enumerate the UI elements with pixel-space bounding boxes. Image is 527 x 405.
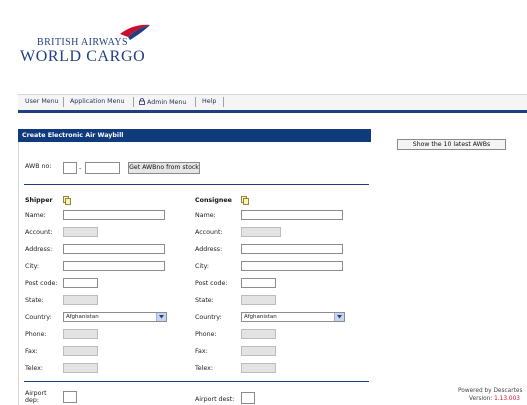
shipper-fax-label: Fax:	[25, 348, 38, 355]
version-value: 1.13.003	[494, 396, 520, 402]
shipper-telex-field	[63, 363, 98, 373]
logo-text-line1: BRITISH AIRWAYS	[37, 37, 128, 48]
consignee-city-input[interactable]	[241, 261, 343, 271]
shipper-country-label: Country:	[25, 314, 52, 321]
version-info: Version: 1.13.003	[469, 396, 520, 402]
awb-dash: -	[79, 165, 82, 172]
menu-item-application-menu[interactable]: Application Menu	[70, 98, 124, 105]
menu-item-user-menu[interactable]: User Menu	[25, 98, 59, 105]
menu-item-admin-menu[interactable]: Admin Menu	[139, 98, 186, 106]
shipper-name-input[interactable]	[63, 210, 165, 220]
consignee-telex-field	[241, 363, 276, 373]
lock-icon	[139, 98, 145, 105]
airport-dep-label: Airport dep:	[25, 390, 47, 404]
consignee-fax-label: Fax:	[195, 348, 208, 355]
consignee-name-input[interactable]	[241, 210, 343, 220]
airport-dest-input[interactable]	[241, 392, 255, 404]
shipper-phone-label: Phone:	[25, 331, 47, 338]
consignee-account-label: Account:	[195, 229, 223, 236]
consignee-state-label: State:	[195, 297, 214, 304]
section-divider	[24, 381, 369, 382]
menu-item-admin-menu-label: Admin Menu	[147, 99, 187, 106]
shipper-account-field	[63, 227, 98, 237]
shipper-phone-field	[63, 329, 98, 339]
menu-item-help[interactable]: Help	[202, 98, 216, 105]
header: BRITISH AIRWAYS WORLD CARGO	[0, 0, 527, 90]
consignee-fax-field	[241, 346, 276, 356]
menu-separator	[133, 97, 134, 107]
powered-by-text: Powered by Descartes	[458, 388, 523, 394]
chevron-down-icon[interactable]	[156, 313, 166, 321]
shipper-postcode-input[interactable]	[63, 278, 98, 288]
panel-title: Create Electronic Air Waybill	[22, 132, 124, 139]
shipper-country-select[interactable]: Afghanistan	[63, 312, 167, 322]
copy-address-icon[interactable]	[63, 196, 71, 205]
get-awb-from-stock-button[interactable]: Get AWBno from stock	[128, 162, 200, 174]
airport-dest-label: Airport dest:	[195, 396, 235, 403]
chevron-down-icon[interactable]	[334, 313, 344, 321]
shipper-state-label: State:	[25, 297, 44, 304]
shipper-postcode-label: Post code:	[25, 280, 58, 287]
logo-text-line2: WORLD CARGO	[20, 48, 146, 65]
shipper-account-label: Account:	[25, 229, 53, 236]
shipper-address-input[interactable]	[63, 244, 165, 254]
awb-number-input[interactable]	[85, 162, 120, 174]
consignee-address-label: Address:	[195, 246, 223, 253]
shipper-address-label: Address:	[25, 246, 53, 253]
shipper-fax-field	[63, 346, 98, 356]
menu-separator	[63, 97, 64, 107]
consignee-country-select[interactable]: Afghanistan	[241, 312, 345, 322]
consignee-country-label: Country:	[195, 314, 222, 321]
shipper-city-input[interactable]	[63, 261, 165, 271]
shipper-telex-label: Telex:	[25, 365, 44, 372]
consignee-city-label: City:	[195, 263, 210, 270]
consignee-telex-label: Telex:	[195, 365, 214, 372]
shipper-country-value: Afghanistan	[66, 314, 99, 320]
shipper-state-field	[63, 295, 98, 305]
shipper-name-label: Name:	[25, 212, 46, 219]
section-divider	[24, 184, 369, 185]
show-latest-awbs-button[interactable]: Show the 10 latest AWBs	[397, 139, 506, 150]
copy-address-icon[interactable]	[241, 196, 249, 205]
consignee-postcode-input[interactable]	[241, 278, 276, 288]
consignee-heading: Consignee	[195, 197, 232, 204]
consignee-address-input[interactable]	[241, 244, 343, 254]
consignee-phone-field	[241, 329, 276, 339]
consignee-name-label: Name:	[195, 212, 216, 219]
version-label: Version:	[469, 396, 493, 402]
consignee-postcode-label: Post code:	[195, 280, 228, 287]
awb-label: AWB no:	[25, 163, 52, 170]
shipper-heading: Shipper	[25, 197, 53, 204]
airport-dep-input[interactable]	[63, 391, 77, 403]
menu-separator	[223, 97, 224, 107]
menu-separator	[195, 97, 196, 107]
consignee-phone-label: Phone:	[195, 331, 217, 338]
consignee-account-field	[241, 227, 281, 237]
awb-prefix-input[interactable]	[63, 162, 77, 174]
consignee-state-field	[241, 295, 276, 305]
main-menu-bar: User Menu Application Menu Admin Menu He…	[18, 94, 527, 113]
consignee-country-value: Afghanistan	[244, 314, 277, 320]
shipper-city-label: City:	[25, 263, 40, 270]
